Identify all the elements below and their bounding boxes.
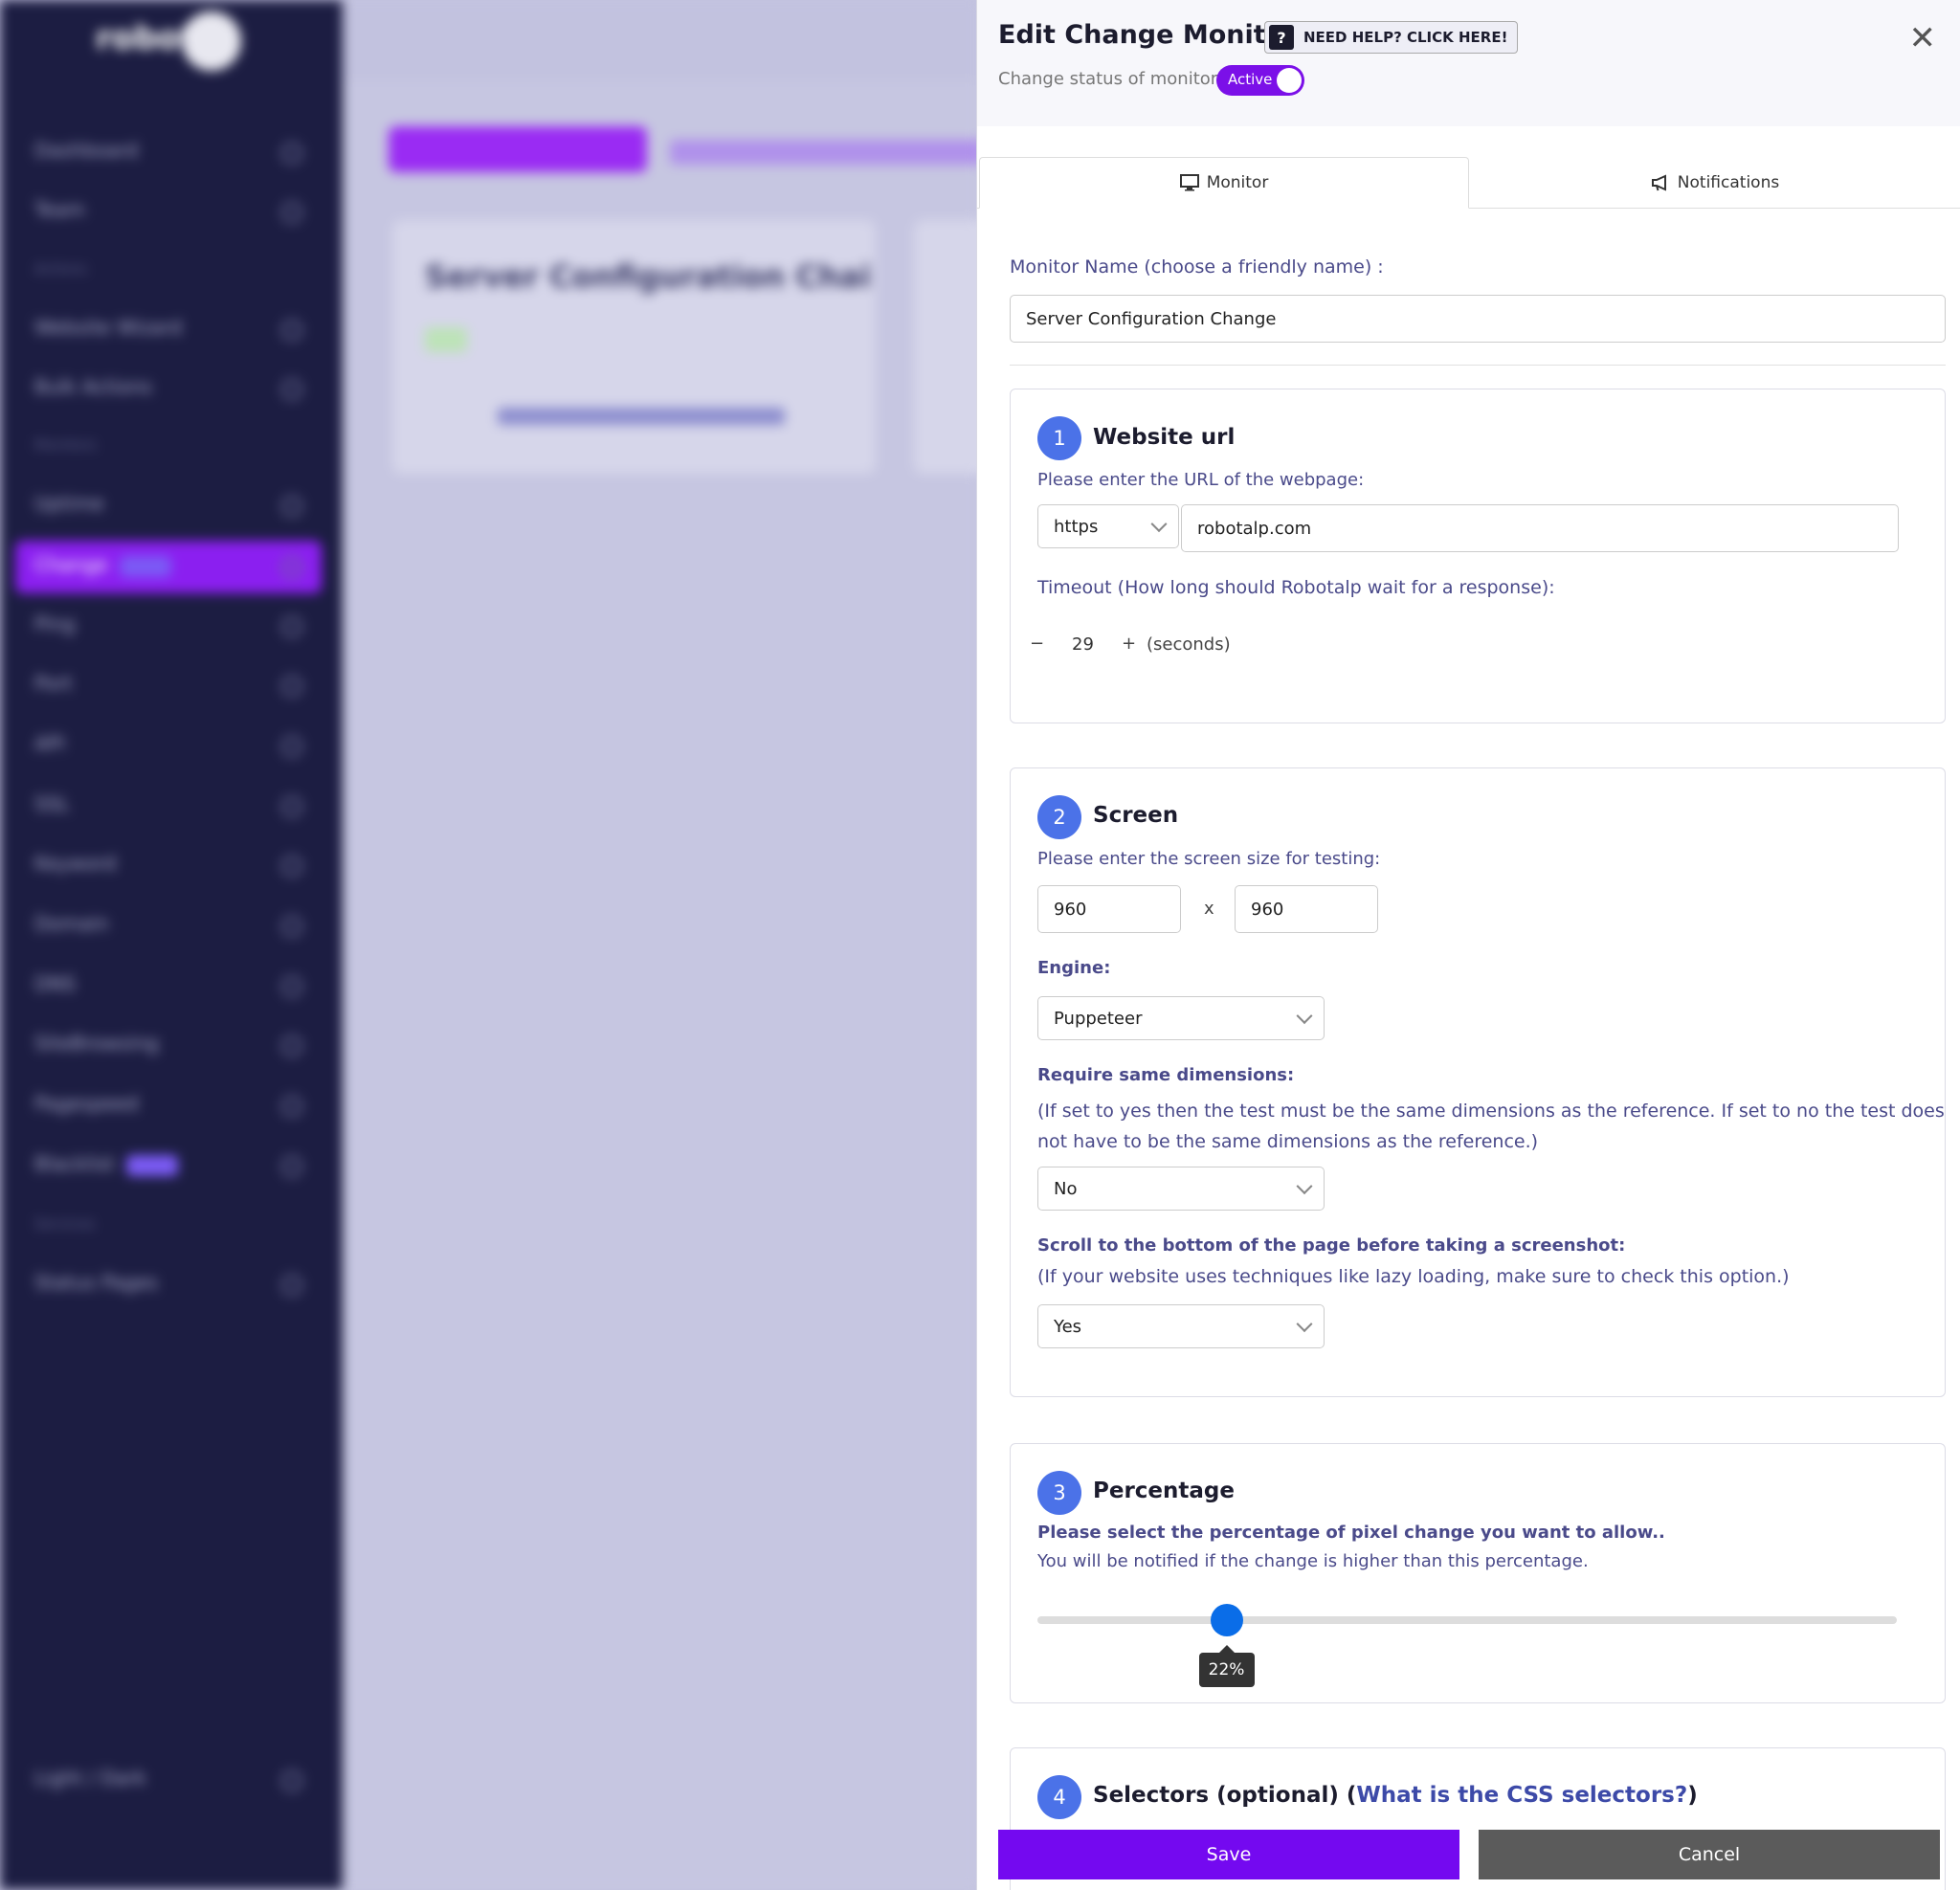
engine-label: Engine: xyxy=(1037,958,1111,978)
percentage-slider-track[interactable] xyxy=(1037,1616,1897,1624)
divider xyxy=(1010,365,1946,366)
dimension-separator: x xyxy=(1204,899,1214,919)
status-toggle-label: Active xyxy=(1228,71,1273,88)
scroll-hint: (If your website uses techniques like la… xyxy=(1037,1266,1790,1287)
sidebar-item-dns[interactable]: DNS xyxy=(34,972,312,1001)
timeout-value[interactable]: 29 xyxy=(1072,634,1094,655)
css-selectors-link[interactable]: What is the CSS selectors? xyxy=(1356,1783,1687,1808)
logo-mark xyxy=(182,11,241,71)
sidebar-item-ping[interactable]: Ping xyxy=(34,612,312,641)
timeout-label: Timeout (How long should Robotalp wait f… xyxy=(1037,577,1555,598)
sidebar-item-change[interactable]: Change xyxy=(34,553,312,582)
sidebar-item-dashboard[interactable]: Dashboard xyxy=(34,139,312,167)
chevron-down-icon xyxy=(1150,516,1168,533)
panel-header: Edit Change Monitor ? NEED HELP? CLICK H… xyxy=(977,0,1960,126)
sidebar-item-team[interactable]: Team xyxy=(34,198,312,227)
timeout-increment[interactable]: + xyxy=(1122,634,1136,654)
engine-select[interactable]: Puppeteer xyxy=(1037,996,1325,1040)
toggle-knob xyxy=(1277,68,1302,93)
tab-monitor[interactable]: Monitor xyxy=(979,157,1469,209)
step-badge: 1 xyxy=(1037,416,1081,460)
sidebar-item-status-pages[interactable]: Status Pages xyxy=(34,1271,312,1300)
timeout-decrement[interactable]: − xyxy=(1030,634,1044,654)
url-input[interactable]: robotalp.com xyxy=(1181,504,1899,552)
sidebar-section-services: Services xyxy=(34,1215,96,1233)
last-checked-line xyxy=(498,408,785,425)
url-hint: Please enter the URL of the webpage: xyxy=(1037,470,1365,490)
selectors-title: Selectors (optional) (What is the CSS se… xyxy=(1093,1783,1698,1808)
question-icon: ? xyxy=(1269,25,1294,50)
panel-title: Edit Change Monitor xyxy=(998,20,1297,50)
dimensions-hint: (If set to yes then the test must be the… xyxy=(1037,1101,1945,1152)
sidebar-item-ssl[interactable]: SSL xyxy=(34,792,312,821)
monitor-name-label: Monitor Name (choose a friendly name) : xyxy=(1010,256,1384,278)
close-icon[interactable]: ✕ xyxy=(1909,19,1937,57)
step-badge: 2 xyxy=(1037,795,1081,839)
cancel-button[interactable]: Cancel xyxy=(1479,1830,1940,1879)
percentage-hint-bold: Please select the percentage of pixel ch… xyxy=(1037,1523,1665,1543)
sidebar-item-domain[interactable]: Domain xyxy=(34,912,312,941)
chevron-down-icon xyxy=(1296,1316,1313,1333)
monitor-name-input[interactable]: Server Configuration Change xyxy=(1010,295,1946,343)
screen-card: 2 Screen Please enter the screen size fo… xyxy=(1010,767,1946,1397)
dimensions-label: Require same dimensions: xyxy=(1037,1065,1295,1085)
protocol-select[interactable]: https xyxy=(1037,504,1179,548)
percentage-slider-handle[interactable] xyxy=(1210,1604,1243,1636)
screen-title: Screen xyxy=(1093,803,1179,828)
website-url-title: Website url xyxy=(1093,425,1236,450)
app-logo: robot xyxy=(96,19,196,57)
screen-hint: Please enter the screen size for testing… xyxy=(1037,849,1381,869)
chevron-down-icon xyxy=(1296,1178,1313,1195)
step-badge: 4 xyxy=(1037,1775,1081,1819)
chevron-down-icon xyxy=(1296,1008,1313,1025)
status-toggle[interactable]: Active xyxy=(1216,65,1304,96)
percentage-tooltip: 22% xyxy=(1198,1645,1255,1687)
sidebar-item-pagespeed[interactable]: Pagespeed xyxy=(34,1092,312,1121)
sidebar-item-bulk-actions[interactable]: Bulk Actions xyxy=(34,375,312,404)
top-bar xyxy=(343,0,978,80)
website-url-card: 1 Website url Please enter the URL of th… xyxy=(1010,389,1946,723)
scroll-label: Scroll to the bottom of the page before … xyxy=(1037,1235,1626,1256)
timeout-unit: (seconds) xyxy=(1147,634,1231,655)
dimensions-select[interactable]: No xyxy=(1037,1167,1325,1211)
tab-notifications[interactable]: Notifications xyxy=(1469,157,1960,209)
step-badge: 3 xyxy=(1037,1471,1081,1515)
sidebar-item-blacklist[interactable]: Blacklist xyxy=(34,1152,312,1181)
status-label: Change status of monitor: xyxy=(998,69,1223,89)
save-button[interactable]: Save xyxy=(998,1830,1459,1879)
edit-monitor-panel: Edit Change Monitor ? NEED HELP? CLICK H… xyxy=(976,0,1960,1890)
help-button-label: NEED HELP? CLICK HERE! xyxy=(1303,29,1508,46)
scroll-select[interactable]: Yes xyxy=(1037,1304,1325,1348)
screen-height-input[interactable]: 960 xyxy=(1235,885,1378,933)
sidebar-item-api[interactable]: API xyxy=(34,732,312,761)
panel-tabs: Monitor Notifications xyxy=(977,157,1960,209)
percentage-card: 3 Percentage Please select the percentag… xyxy=(1010,1443,1946,1703)
screen-width-input[interactable]: 960 xyxy=(1037,885,1181,933)
megaphone-icon xyxy=(1651,174,1666,191)
new-monitor-button[interactable] xyxy=(389,126,647,172)
help-button[interactable]: ? NEED HELP? CLICK HERE! xyxy=(1264,21,1519,54)
sidebar-item-port[interactable]: Port xyxy=(34,672,312,700)
monitor-card-title: Server Configuration Chai xyxy=(425,258,872,295)
percentage-hint: You will be notified if the change is hi… xyxy=(1037,1551,1589,1571)
sidebar-item-sitebrowsing[interactable]: SiteBrowsing xyxy=(34,1032,312,1060)
sidebar-section-monitors: Monitors xyxy=(34,436,97,454)
monitor-card[interactable]: Server Configuration Chai xyxy=(392,220,876,474)
sidebar-item-theme-toggle[interactable]: Light / Dark xyxy=(34,1767,312,1795)
percentage-title: Percentage xyxy=(1093,1479,1235,1503)
secondary-link[interactable] xyxy=(670,140,986,165)
sidebar-item-website-wizard[interactable]: Website Wizard xyxy=(34,316,312,345)
sidebar: robot Dashboard Team Actions Website Wiz… xyxy=(0,0,343,1890)
sidebar-item-keyword[interactable]: Keyword xyxy=(34,852,312,880)
sidebar-section-actions: Actions xyxy=(34,260,87,278)
sidebar-item-uptime[interactable]: Uptime xyxy=(34,492,312,521)
status-tag xyxy=(425,327,467,352)
monitor-icon xyxy=(1179,174,1199,191)
